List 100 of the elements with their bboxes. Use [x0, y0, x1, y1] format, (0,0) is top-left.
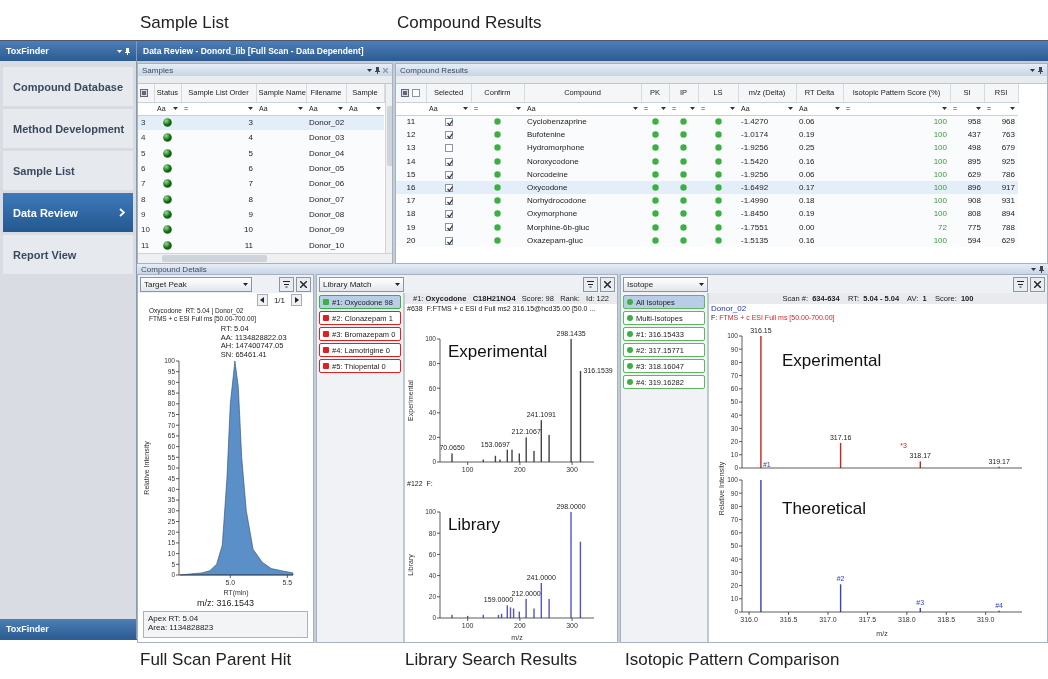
previous-button[interactable] [256, 294, 268, 306]
checkbox[interactable] [444, 183, 453, 192]
status-dot [651, 131, 659, 139]
status-dot [627, 331, 633, 337]
table-cell: 7 [181, 176, 256, 192]
row-number: 12 [396, 128, 426, 142]
table-cell: 775 [950, 220, 984, 234]
scrollbar[interactable] [384, 84, 392, 253]
next-button[interactable] [291, 294, 302, 306]
caption: Sample List [140, 13, 230, 33]
filter-button[interactable] [1013, 276, 1028, 292]
pin-icon[interactable] [375, 66, 380, 74]
close-icon[interactable] [604, 280, 611, 288]
table-cell: 0.06 [796, 167, 843, 181]
table-cell: 4 [181, 130, 256, 146]
table-row[interactable]: 17 Norhydrocodone -1.4990 0.18 100 908 931 [396, 194, 1018, 208]
table-cell: 100 [843, 141, 950, 155]
table-row[interactable]: 4 4 Donor_03 [138, 130, 384, 146]
filter-button[interactable] [583, 276, 598, 292]
spectrum-peak [839, 442, 842, 468]
close-button[interactable] [1030, 276, 1045, 292]
table-row[interactable]: 13 Hydromorphone -1.9256 0.25 100 498 679 [396, 141, 1018, 155]
row-number: 20 [396, 233, 426, 247]
table-row[interactable]: 12 Bufotenine -1.0174 0.19 100 437 763 [396, 128, 1018, 142]
dropdown[interactable]: Library Match [319, 276, 404, 292]
table-cell: 100 [843, 194, 950, 208]
checkbox[interactable] [444, 131, 453, 140]
pin-icon[interactable] [1039, 265, 1044, 273]
filter-icon [587, 280, 594, 288]
status-dot [651, 170, 659, 178]
status-dot [651, 118, 659, 126]
dropdown[interactable]: Target Peak [140, 276, 252, 292]
row-number: 9 [138, 206, 154, 223]
table-cell: 0.16 [796, 233, 843, 247]
table-cell: 100 [843, 115, 950, 129]
caret-icon [376, 107, 381, 110]
close-icon[interactable] [1034, 280, 1041, 288]
row-number: 17 [396, 194, 426, 208]
status-dot [627, 315, 633, 321]
status-dot [494, 157, 501, 165]
table-cell: -1.8450 [738, 207, 796, 221]
row-number: 5 [138, 145, 154, 161]
checkbox[interactable] [444, 118, 453, 127]
caret-icon [117, 49, 122, 53]
table-cell: Noroxycodone [524, 154, 641, 168]
table-row[interactable]: 10 10 Donor_09 [138, 222, 384, 238]
footer-title: ToxFinder [6, 624, 49, 634]
column-chooser-icon[interactable] [401, 88, 410, 97]
table-row[interactable]: 18 Oxymorphone -1.8450 0.19 100 808 894 [396, 207, 1018, 221]
table-cell: Oxazepam-gluc [524, 233, 641, 247]
chart-label: Experimental [448, 342, 548, 361]
pin-icon[interactable] [1038, 66, 1043, 74]
status-dot [680, 184, 687, 192]
chart-label: Theoretical [782, 499, 867, 518]
close-icon[interactable] [300, 280, 307, 288]
chevron-icon [119, 208, 125, 217]
table-cell: Bufotenine [524, 128, 641, 142]
nav-item[interactable]: Report View [3, 235, 133, 274]
checkbox[interactable] [444, 144, 453, 153]
dropdown[interactable]: Isotope [623, 276, 708, 292]
checkbox[interactable] [444, 210, 453, 219]
status-dot [714, 184, 722, 192]
caption: Full Scan Parent Hit [140, 649, 293, 670]
table-cell: 958 [950, 115, 984, 129]
caret-icon [976, 107, 981, 110]
filter-button[interactable] [279, 276, 294, 292]
caret-icon [516, 107, 521, 110]
close-button[interactable] [600, 276, 615, 292]
scrollbar[interactable] [138, 253, 392, 263]
status-dot [680, 223, 687, 231]
table-cell: 100 [843, 128, 950, 142]
table-cell: 5 [181, 145, 256, 161]
row-number: 11 [138, 237, 154, 253]
checkbox[interactable] [444, 197, 453, 206]
checkbox[interactable] [444, 223, 453, 232]
panel-title: Samples [142, 65, 174, 75]
right-triangle-icon [294, 297, 299, 303]
nav-item[interactable]: Method Development [3, 109, 133, 148]
status-dot [651, 197, 659, 205]
checkbox[interactable] [444, 236, 453, 245]
row-number: 13 [396, 141, 426, 155]
nav-item[interactable]: Compound Database [3, 67, 133, 106]
checkbox[interactable] [444, 157, 453, 166]
nav-item[interactable]: Sample List [3, 151, 133, 190]
table-cell: Donor_04 [306, 145, 346, 161]
table-cell: 968 [984, 115, 1018, 129]
table-cell: Hydromorphone [524, 141, 641, 155]
column-chooser-icon[interactable] [140, 88, 148, 97]
checkbox[interactable] [444, 170, 453, 179]
checkbox[interactable] [412, 88, 421, 97]
row-number: 14 [396, 154, 426, 168]
caption: Isotopic Pattern Comparison [625, 649, 840, 670]
table-cell: 763 [984, 128, 1018, 142]
status-dot [714, 197, 722, 205]
table-row[interactable]: 7 7 Donor_06 [138, 176, 384, 192]
nav-item[interactable]: Data Review [3, 193, 133, 232]
caret-icon [298, 107, 303, 110]
pin-icon[interactable] [125, 47, 130, 55]
table-cell: 437 [950, 128, 984, 142]
close-button[interactable] [296, 276, 311, 292]
